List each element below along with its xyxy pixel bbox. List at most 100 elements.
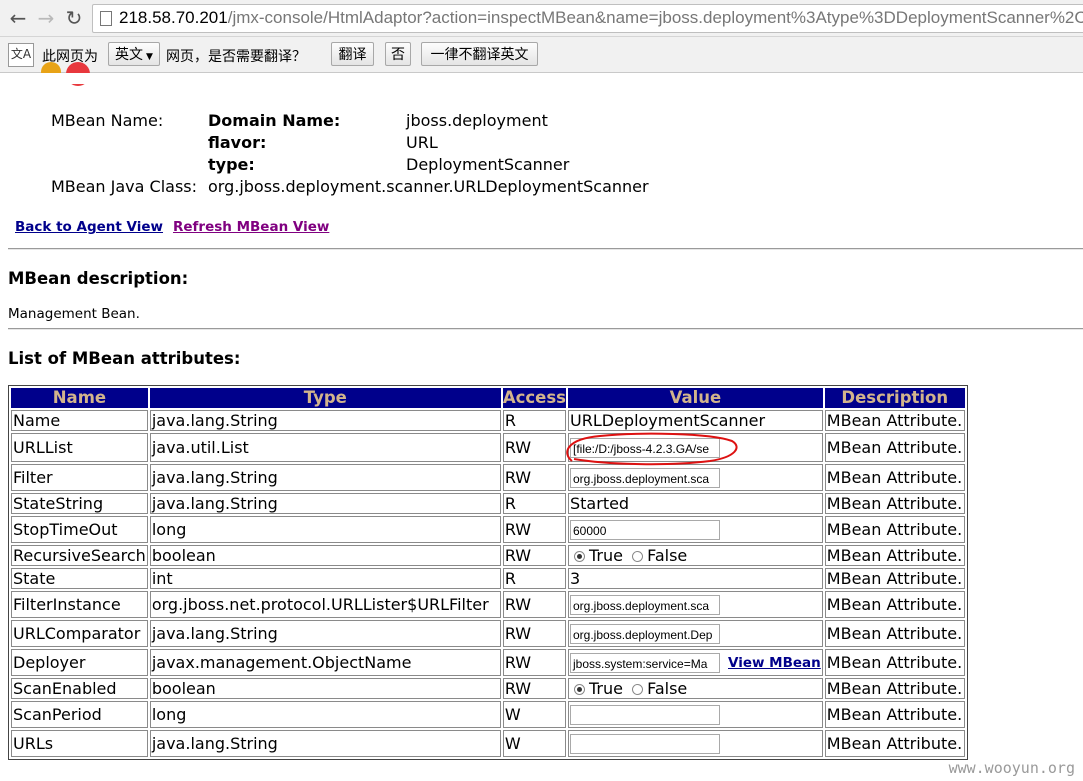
red-circle-annotation [566, 432, 738, 466]
table-row: ScanPeriod long W MBean Attribute. [11, 701, 965, 728]
flavor-value: URL [406, 133, 438, 152]
translate-button[interactable]: 翻译 [331, 42, 374, 66]
attr-description: MBean Attribute. [824, 464, 965, 491]
attr-value-cell: True False [568, 545, 823, 566]
attr-access: W [502, 730, 566, 757]
table-row: StopTimeOut long RW 60000 MBean Attribut… [11, 516, 965, 543]
attr-type: java.lang.String [149, 730, 501, 757]
attr-name: URLComparator [11, 620, 148, 647]
urlcomparator-input[interactable]: org.jboss.deployment.Dep [570, 623, 720, 644]
header-value: Value [568, 388, 823, 408]
attr-description: MBean Attribute. [824, 433, 965, 462]
logo-clip [0, 73, 1083, 84]
forward-arrow-icon[interactable]: → [34, 6, 58, 30]
attr-value: Started [568, 493, 823, 514]
attr-access: RW [502, 545, 566, 566]
radio-true-label: True [589, 546, 623, 565]
attr-name: Deployer [11, 649, 148, 676]
url-host: 218.58.70.201 [119, 8, 228, 27]
table-row: State int R 3 MBean Attribute. [11, 568, 965, 589]
scanperiod-input[interactable] [570, 704, 720, 725]
divider [8, 248, 1083, 250]
back-to-agent-link[interactable]: Back to Agent View [15, 219, 163, 235]
attr-type: java.lang.String [149, 410, 501, 431]
attr-type: org.jboss.net.protocol.URLLister$URLFilt… [149, 591, 501, 618]
attr-value-cell: org.jboss.deployment.Dep [568, 620, 823, 647]
description-title: MBean description: [8, 269, 189, 288]
table-row: URLComparator java.lang.String RW org.jb… [11, 620, 965, 647]
deployer-input[interactable]: jboss.system:service=Ma [570, 652, 720, 673]
attr-name: URLList [11, 433, 148, 462]
attr-access: RW [502, 591, 566, 618]
address-bar[interactable]: 218.58.70.201/jmx-console/HtmlAdaptor?ac… [92, 4, 1083, 33]
attr-type: javax.management.ObjectName [149, 649, 501, 676]
attr-access: RW [502, 464, 566, 491]
attr-value: 3 [568, 568, 823, 589]
attr-access: R [502, 568, 566, 589]
attr-value-cell [568, 730, 823, 757]
urls-input[interactable] [570, 733, 720, 754]
translate-icon: 文A [8, 43, 34, 67]
attr-description: MBean Attribute. [824, 701, 965, 728]
attr-access: W [502, 701, 566, 728]
back-arrow-icon[interactable]: ← [6, 6, 30, 30]
attr-type: boolean [149, 545, 501, 566]
attr-access: RW [502, 620, 566, 647]
table-row: FilterInstance org.jboss.net.protocol.UR… [11, 591, 965, 618]
java-class-value: org.jboss.deployment.scanner.URLDeployme… [208, 177, 649, 196]
no-translate-button[interactable]: 否 [385, 42, 411, 66]
scanenabled-false-radio[interactable] [632, 684, 644, 695]
header-access: Access [502, 388, 566, 408]
attr-value-cell: True False [568, 678, 823, 699]
radio-true-label: True [589, 679, 623, 698]
attr-description: MBean Attribute. [824, 678, 965, 699]
attr-type: long [149, 516, 501, 543]
attr-access: RW [502, 433, 566, 462]
type-label: type: [208, 155, 255, 174]
radio-false-label: False [647, 546, 688, 565]
reload-icon[interactable]: ↻ [62, 6, 86, 30]
filterinstance-input[interactable]: org.jboss.deployment.sca [570, 594, 720, 615]
table-row: Filter java.lang.String RW org.jboss.dep… [11, 464, 965, 491]
attr-value-cell: 60000 [568, 516, 823, 543]
attr-description: MBean Attribute. [824, 516, 965, 543]
filter-input[interactable]: org.jboss.deployment.sca [570, 467, 720, 488]
language-select-label: 英文 [115, 47, 144, 63]
domain-name-value: jboss.deployment [406, 111, 548, 130]
scanenabled-true-radio[interactable] [574, 684, 585, 695]
recursive-false-radio[interactable] [632, 551, 644, 562]
header-name: Name [11, 388, 148, 408]
translate-bar: 文A 此网页为 英文 ▼ 网页，是否需要翻译？ 翻译 否 一律不翻译英文 [0, 36, 1083, 73]
attr-value: URLDeploymentScanner [568, 410, 823, 431]
refresh-mbean-link[interactable]: Refresh MBean View [173, 219, 329, 235]
attributes-table: Name Type Access Value Description Name … [8, 385, 968, 760]
attr-description: MBean Attribute. [824, 545, 965, 566]
never-translate-button[interactable]: 一律不翻译英文 [421, 42, 538, 66]
table-row: RecursiveSearch boolean RW True False MB… [11, 545, 965, 566]
attr-name: URLs [11, 730, 148, 757]
view-mbean-link[interactable]: View MBean [728, 655, 821, 671]
mbean-name-label: MBean Name: [51, 111, 164, 130]
stoptimeout-input[interactable]: 60000 [570, 519, 720, 540]
table-row: ScanEnabled boolean RW True False MBean … [11, 678, 965, 699]
attributes-title: List of MBean attributes: [8, 349, 241, 368]
attr-access: RW [502, 649, 566, 676]
attr-name: ScanEnabled [11, 678, 148, 699]
table-row: URLs java.lang.String W MBean Attribute. [11, 730, 965, 757]
attr-name: Name [11, 410, 148, 431]
domain-name-label: Domain Name: [208, 111, 341, 130]
attr-value-cell: org.jboss.deployment.sca [568, 591, 823, 618]
attr-type: long [149, 701, 501, 728]
recursive-true-radio[interactable] [574, 551, 585, 562]
watermark: www.wooyun.org [948, 759, 1075, 777]
table-header-row: Name Type Access Value Description [11, 388, 965, 408]
header-type: Type [149, 388, 501, 408]
attr-name: State [11, 568, 148, 589]
table-row: Name java.lang.String R URLDeploymentSca… [11, 410, 965, 431]
language-select[interactable]: 英文 ▼ [108, 42, 160, 66]
java-class-label: MBean Java Class: [51, 177, 198, 196]
attr-name: Filter [11, 464, 148, 491]
url-text: 218.58.70.201/jmx-console/HtmlAdaptor?ac… [119, 8, 1083, 28]
attr-type: int [149, 568, 501, 589]
attr-type: java.util.List [149, 433, 501, 462]
